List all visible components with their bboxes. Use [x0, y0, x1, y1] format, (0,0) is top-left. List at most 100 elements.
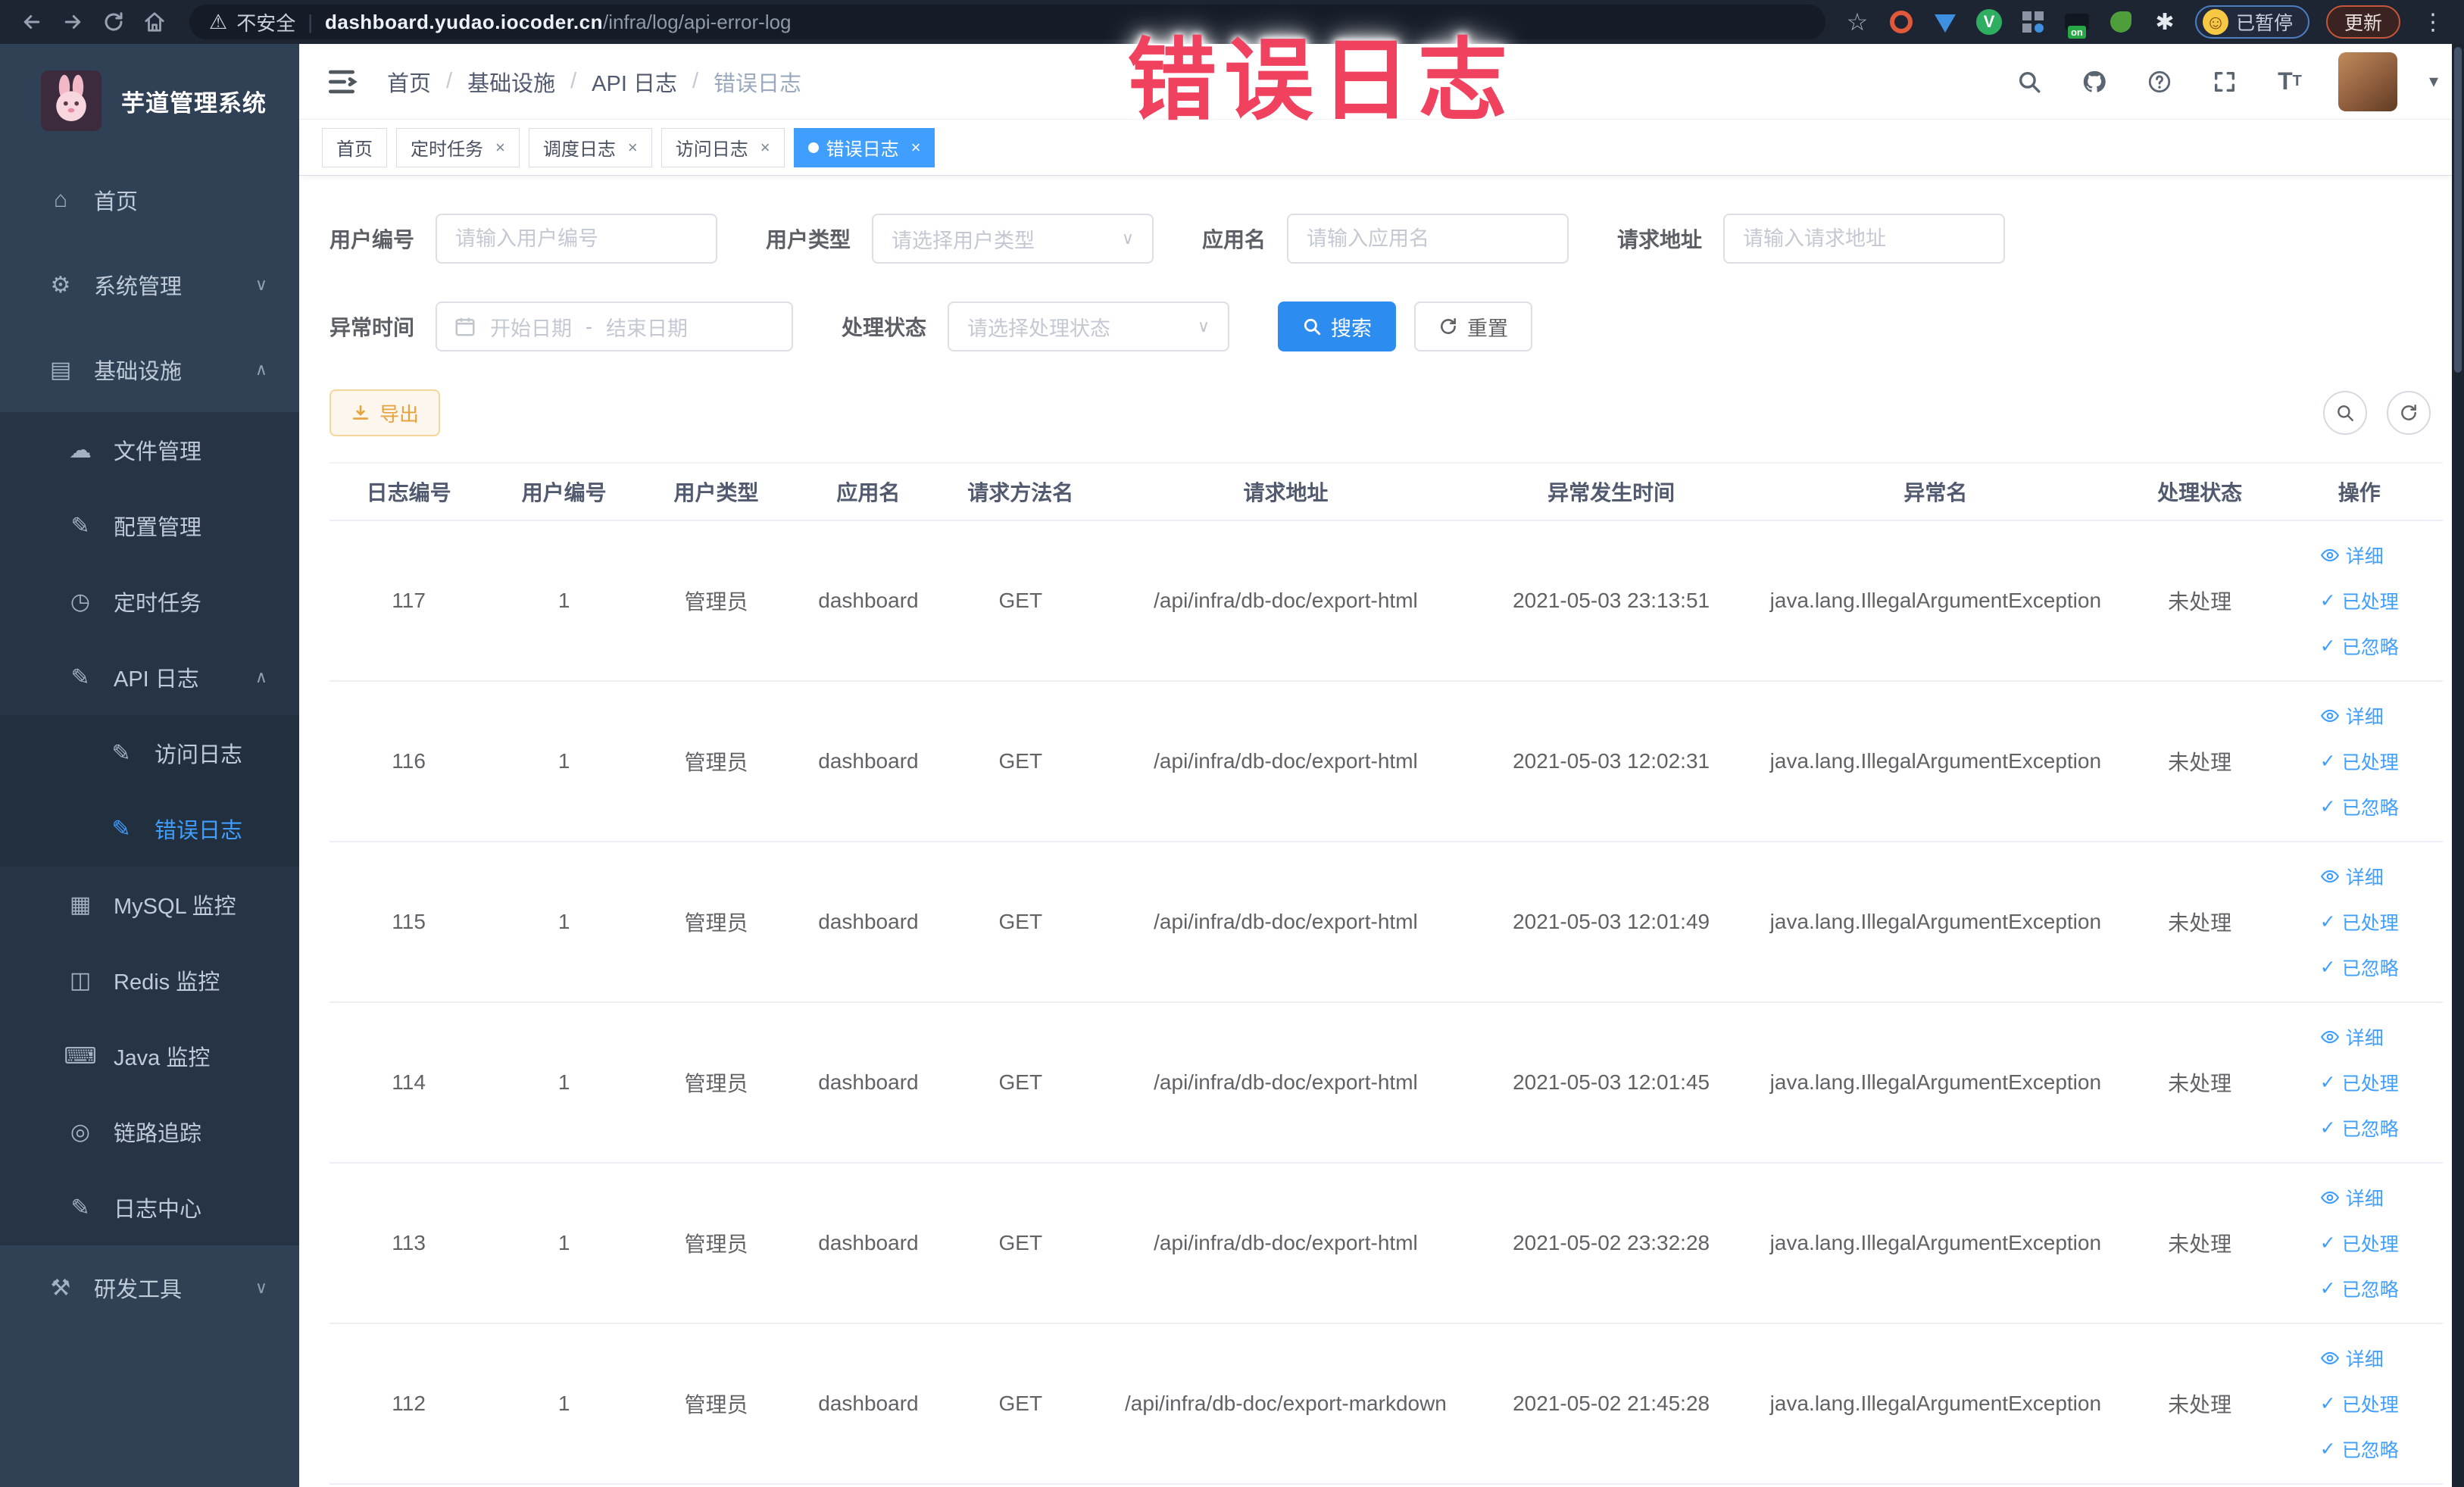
- sidebar-item-3[interactable]: ☁ 文件管理: [0, 412, 299, 488]
- home-icon: ⌂: [53, 187, 68, 212]
- row-action-processed[interactable]: ✓ 已处理: [2320, 1229, 2399, 1257]
- sidebar-item-7[interactable]: ✎ 访问日志: [0, 715, 299, 791]
- row-action-processed[interactable]: ✓ 已处理: [2320, 1069, 2399, 1096]
- chevron-down-icon[interactable]: ▾: [2429, 70, 2438, 92]
- toggle-search-button[interactable]: [2323, 391, 2367, 435]
- browser-update-button[interactable]: 更新: [2325, 5, 2400, 39]
- breadcrumb-item-2[interactable]: API 日志: [592, 66, 677, 98]
- row-action-ignored[interactable]: ✓ 已忽略: [2320, 954, 2399, 981]
- cell-actions: 详细 ✓ 已处理 ✓ 已忽略: [2275, 1323, 2443, 1485]
- address-bar[interactable]: ⚠ 不安全 | dashboard.yudao.iocoder.cn /infr…: [189, 5, 1825, 39]
- sidebar-item-5[interactable]: ◷ 定时任务: [0, 564, 299, 639]
- main-panel: 首页 / 基础设施 / API 日志 / 错误日志 TT ▾ 首页 定时任务 ×…: [299, 44, 2464, 1487]
- row-action-processed[interactable]: ✓ 已处理: [2320, 908, 2399, 936]
- profile-paused-chip[interactable]: ☺ 已暂停: [2194, 5, 2309, 39]
- help-icon[interactable]: [2143, 65, 2176, 98]
- forward-icon[interactable]: [56, 5, 89, 39]
- cell-method: GET: [944, 520, 1097, 682]
- row-action-detail[interactable]: 详细: [2320, 863, 2384, 890]
- cell-user_id: 1: [488, 1323, 641, 1485]
- row-action-processed[interactable]: ✓ 已处理: [2320, 587, 2399, 614]
- row-action-ignored[interactable]: ✓ 已忽略: [2320, 793, 2399, 820]
- row-action-ignored[interactable]: ✓ 已忽略: [2320, 1275, 2399, 1302]
- tab-2[interactable]: 调度日志 ×: [528, 127, 652, 167]
- exception-time-range-picker[interactable]: 开始日期 - 结束日期: [436, 301, 794, 351]
- cell-method: GET: [944, 842, 1097, 1003]
- request-url-input[interactable]: [1723, 214, 2006, 264]
- sidebar-item-0[interactable]: ⌂ 首页: [0, 158, 299, 242]
- github-icon[interactable]: [2078, 65, 2111, 98]
- tab-4[interactable]: 错误日志 ×: [793, 127, 935, 167]
- action-label: 详细: [2345, 867, 2384, 889]
- row-action-detail[interactable]: 详细: [2320, 542, 2384, 569]
- shield-extension-icon[interactable]: [1932, 8, 1959, 36]
- close-icon[interactable]: ×: [495, 138, 505, 158]
- sidebar-item-8[interactable]: ✎ 错误日志: [0, 791, 299, 867]
- reload-icon[interactable]: [97, 5, 130, 39]
- close-icon[interactable]: ×: [760, 138, 770, 158]
- app-name-input[interactable]: [1287, 214, 1569, 264]
- home-nav-icon[interactable]: [138, 5, 171, 39]
- row-action-processed[interactable]: ✓ 已处理: [2320, 1390, 2399, 1417]
- onoff-extension-icon[interactable]: on: [2063, 8, 2091, 39]
- leaf-extension-icon[interactable]: [2107, 8, 2135, 36]
- tab-3[interactable]: 访问日志 ×: [661, 127, 785, 167]
- green-v-extension-icon[interactable]: V: [1975, 8, 2003, 36]
- collapse-sidebar-icon[interactable]: [325, 65, 358, 98]
- process-status-select[interactable]: 请选择处理状态 ∨: [948, 301, 1230, 351]
- sidebar-item-6[interactable]: ✎ API 日志 ∧: [0, 639, 299, 715]
- search-button[interactable]: 搜索: [1278, 301, 1397, 351]
- browser-toolbar-right: ☆ V on ✱ ☺ 已暂停 更新 ⋮: [1844, 5, 2449, 39]
- sidebar-item-13[interactable]: ✎ 日志中心: [0, 1170, 299, 1245]
- row-action-detail[interactable]: 详细: [2320, 1345, 2384, 1372]
- refresh-icon: [2401, 405, 2416, 420]
- sidebar-item-2[interactable]: ▤ 基础设施 ∧: [0, 327, 299, 412]
- refresh-table-button[interactable]: [2387, 391, 2431, 435]
- grid-extension-icon[interactable]: [2019, 8, 2047, 36]
- sidebar-item-14[interactable]: ⚒ 研发工具 ∨: [0, 1245, 299, 1330]
- row-action-detail[interactable]: 详细: [2320, 1184, 2384, 1211]
- breadcrumb-item-1[interactable]: 基础设施: [467, 66, 555, 98]
- back-icon[interactable]: [15, 5, 48, 39]
- action-label: 详细: [2345, 1189, 2384, 1210]
- table-row: 116 1 管理员 dashboard GET/api/infra/db-doc/exp…: [329, 681, 2443, 842]
- sidebar-item-1[interactable]: ⚙ 系统管理 ∨: [0, 242, 299, 327]
- row-action-ignored[interactable]: ✓ 已忽略: [2320, 1114, 2399, 1142]
- browser-menu-icon[interactable]: ⋮: [2417, 9, 2449, 36]
- sidebar-item-9[interactable]: ▦ MySQL 监控: [0, 867, 299, 942]
- close-icon[interactable]: ×: [911, 138, 921, 158]
- bookmark-star-icon[interactable]: ☆: [1844, 8, 1871, 36]
- tab-1[interactable]: 定时任务 ×: [396, 127, 520, 167]
- sidebar-item-10[interactable]: ◫ Redis 监控: [0, 942, 299, 1018]
- row-action-ignored[interactable]: ✓ 已忽略: [2320, 633, 2399, 660]
- sidebar-item-12[interactable]: ◎ 链路追踪: [0, 1094, 299, 1170]
- breadcrumb-item-0[interactable]: 首页: [387, 66, 431, 98]
- reset-button[interactable]: 重置: [1414, 301, 1533, 351]
- search-icon[interactable]: [2013, 65, 2046, 98]
- user-type-select[interactable]: 请选择用户类型 ∨: [872, 214, 1154, 264]
- sidebar-item-4[interactable]: ✎ 配置管理: [0, 488, 299, 564]
- cell-request_url: /api/infra/db-doc/export-html: [1096, 520, 1476, 682]
- user-id-input[interactable]: [436, 214, 718, 264]
- export-button[interactable]: 导出: [329, 389, 441, 436]
- orange-circle-extension-icon[interactable]: [1888, 8, 1915, 36]
- row-action-processed[interactable]: ✓ 已处理: [2320, 748, 2399, 775]
- sidebar-item-11[interactable]: ⌨ Java 监控: [0, 1018, 299, 1094]
- cell-app_name: dashboard: [792, 1323, 945, 1485]
- table-row: 114 1 管理员 dashboard GET/api/infra/db-doc/exp…: [329, 1002, 2443, 1164]
- user-avatar[interactable]: [2338, 52, 2397, 111]
- font-size-icon[interactable]: TT: [2273, 65, 2306, 98]
- chevron-down-icon: ∨: [1197, 317, 1210, 336]
- cell-user_type: 管理员: [640, 520, 792, 682]
- app-logo-row[interactable]: 芋道管理系统: [0, 44, 299, 158]
- page-scrollbar[interactable]: [2452, 44, 2464, 1487]
- row-action-detail[interactable]: 详细: [2320, 702, 2384, 729]
- row-action-ignored[interactable]: ✓ 已忽略: [2320, 1435, 2399, 1463]
- tab-0[interactable]: 首页: [322, 127, 387, 167]
- row-action-detail[interactable]: 详细: [2320, 1023, 2384, 1051]
- chevron-down-icon: ∨: [255, 275, 267, 294]
- scrollbar-thumb[interactable]: [2454, 47, 2462, 373]
- puzzle-extension-icon[interactable]: ✱: [2151, 8, 2178, 36]
- fullscreen-icon[interactable]: [2208, 65, 2241, 98]
- close-icon[interactable]: ×: [628, 138, 638, 158]
